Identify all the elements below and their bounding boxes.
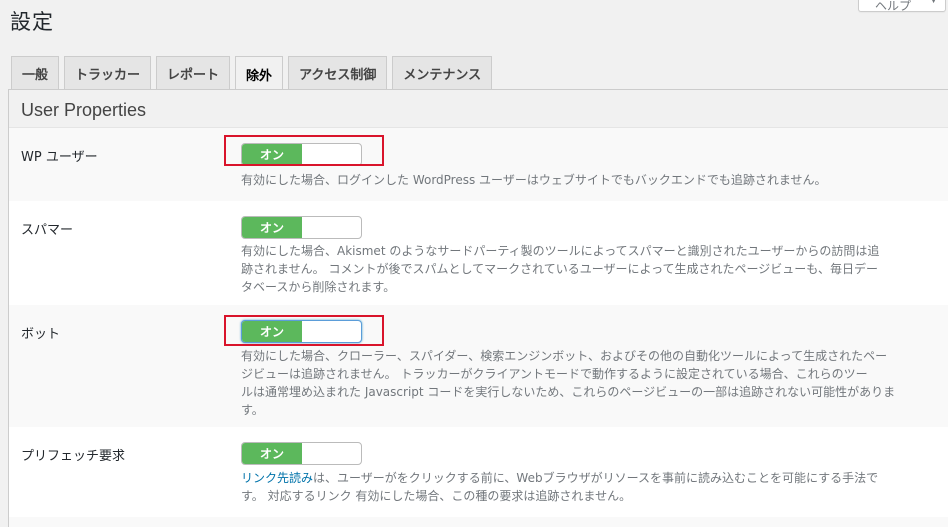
setting-description: リンク先読みは、ユーザーがをクリックする前に、Webブラウザがリソースを事前に読… — [241, 469, 931, 505]
link-prefetch[interactable]: リンク先読み — [241, 471, 313, 485]
toggle-on-label: オン — [242, 217, 302, 238]
next-setting-row — [9, 517, 948, 527]
tab-report[interactable]: レポート — [156, 56, 231, 89]
description-line: タベースから削除されます。 — [241, 280, 396, 294]
setting-row-bots: ボット オン 有効にした場合、クローラー、スパイダー、検索エンジンボット、および… — [9, 305, 948, 427]
description-text: は、ユーザーがをクリックする前に、Webブラウザがリソースを事前に読み込むことを… — [313, 471, 879, 485]
tab-tracker[interactable]: トラッカー — [64, 56, 152, 89]
settings-page: 設定 ヘルプ ▼ 一般 トラッカー レポート 除外 アクセス制御 メンテナンス … — [0, 0, 948, 527]
description-line: リンク先読みは、ユーザーがをクリックする前に、Webブラウザがリソースを事前に読… — [241, 469, 931, 487]
setting-label: ボット — [21, 327, 61, 342]
setting-label: WP ユーザー — [21, 150, 98, 165]
section-header: User Properties — [9, 90, 948, 128]
caret-down-icon: ▼ — [930, 0, 937, 5]
tab-general[interactable]: 一般 — [11, 56, 60, 89]
setting-label: スパマー — [21, 223, 74, 238]
settings-tabs: 一般 トラッカー レポート 除外 アクセス制御 メンテナンス — [11, 56, 497, 91]
description-line: ジビューは追跡されません。 トラッカーがクライアントモードで動作するように設定さ… — [241, 367, 868, 381]
description-line: ルは通常埋め込まれた Javascript コードを実行しないため、これらのペー… — [241, 385, 896, 399]
prefetch-toggle[interactable]: オン — [241, 442, 362, 465]
tab-exclusions[interactable]: 除外 — [235, 56, 284, 91]
setting-description: 有効にした場合、クローラー、スパイダー、検索エンジンボット、およびその他の自動化… — [241, 347, 931, 419]
description-line: 有効にした場合、Akismet のようなサードパーティ製のツールによってスパマー… — [241, 244, 880, 258]
description-line: す。 対応するリンク 有効にした場合、この種の要求は追跡されません。 — [241, 489, 632, 503]
tab-maintenance[interactable]: メンテナンス — [392, 56, 493, 89]
tab-access-control[interactable]: アクセス制御 — [288, 56, 388, 89]
highlight-box — [224, 135, 384, 166]
setting-row-wp-users: WP ユーザー オン 有効にした場合、ログインした WordPress ユーザー… — [9, 128, 948, 201]
setting-description: 有効にした場合、ログインした WordPress ユーザーはウェブサイトでもバッ… — [241, 173, 827, 187]
description-line: 有効にした場合、クローラー、スパイダー、検索エンジンボット、およびその他の自動化… — [241, 349, 888, 363]
highlight-box — [224, 315, 384, 346]
setting-row-prefetch: プリフェッチ要求 オン リンク先読みは、ユーザーがをクリックする前に、Webブラ… — [9, 427, 948, 517]
help-button[interactable]: ヘルプ ▼ — [858, 0, 946, 13]
description-line: す。 — [241, 403, 264, 417]
setting-description: 有効にした場合、Akismet のようなサードパーティ製のツールによってスパマー… — [241, 242, 931, 296]
toggle-on-label: オン — [242, 443, 302, 464]
settings-panel: User Properties WP ユーザー オン 有効にした場合、ログインし… — [8, 89, 948, 527]
spammers-toggle[interactable]: オン — [241, 216, 362, 239]
page-title: 設定 — [10, 10, 54, 34]
section-title: User Properties — [21, 100, 147, 120]
setting-row-spammers: スパマー オン 有効にした場合、Akismet のようなサードパーティ製のツール… — [9, 201, 948, 305]
description-line: 跡されません。 コメントが後でスパムとしてマークされているユーザーによって生成さ… — [241, 262, 878, 276]
help-button-label: ヘルプ — [875, 0, 912, 13]
setting-label: プリフェッチ要求 — [21, 449, 126, 464]
